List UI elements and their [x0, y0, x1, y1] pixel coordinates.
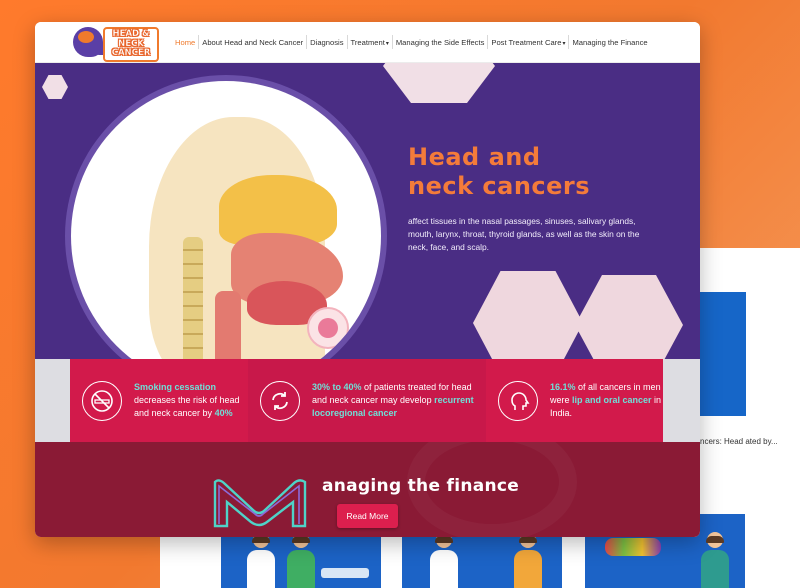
stat-highlight: 16.1%: [550, 382, 576, 392]
hexagon-decoration: [473, 271, 583, 359]
vegetables-illustration: [605, 538, 661, 556]
no-smoking-icon: [82, 380, 122, 421]
nav-item-home[interactable]: Home: [172, 22, 198, 63]
hexagon-decoration: [383, 63, 495, 103]
main-menu: Home About Head and Neck Cancer Diagnosi…: [172, 22, 651, 63]
site-logo[interactable]: HEAD & NECK CANCER: [73, 25, 165, 62]
stat-text: Smoking cessation decreases the risk of …: [134, 381, 248, 420]
nav-item-about[interactable]: About Head and Neck Cancer: [199, 22, 306, 63]
finance-section: anaging the finance Read More: [35, 442, 700, 537]
chevron-down-icon: ▾: [562, 40, 566, 47]
patient-illustration: [287, 532, 315, 588]
hero-banner: Head and neck cancers affect tissues in …: [35, 63, 700, 359]
doctor-illustration: [247, 532, 275, 588]
logo-brain-icon: [78, 31, 94, 43]
stat-highlight: 30% to 40%: [312, 382, 362, 392]
background-card-excerpt: ncers: Head ated by...: [700, 437, 778, 446]
hexagon-decoration: [575, 275, 683, 359]
cell-zoom-icon: [307, 307, 349, 349]
nav-item-post-treatment[interactable]: Post Treatment Care▾: [488, 22, 568, 63]
patient-illustration: [514, 532, 542, 588]
doctor-illustration: [430, 532, 458, 588]
hero-title-line: Head and: [408, 143, 541, 171]
person-illustration: [701, 532, 729, 588]
stat-card: 16.1% of all cancers in men were lip and…: [486, 359, 663, 442]
chevron-down-icon: ▾: [385, 40, 389, 47]
hero-title-line: neck cancers: [408, 172, 591, 200]
finance-title: anaging the finance: [322, 476, 520, 496]
statistics-strip: Smoking cessation decreases the risk of …: [35, 359, 700, 442]
nav-item-label: Post Treatment Care: [491, 37, 562, 47]
stat-text: 30% to 40% of patients treated for head …: [312, 381, 486, 420]
nav-item-diagnosis[interactable]: Diagnosis: [307, 22, 346, 63]
hexagon-decoration: [42, 75, 68, 99]
hero-title: Head and neck cancers: [408, 143, 668, 201]
background-blue-card: [698, 292, 746, 416]
nav-item-label: Treatment: [350, 37, 385, 47]
stat-highlight: 40%: [214, 408, 233, 418]
bed-illustration: [321, 568, 369, 578]
recurrence-icon: [260, 380, 300, 421]
read-more-button[interactable]: Read More: [337, 504, 398, 528]
top-navigation: HEAD & NECK CANCER Home About Head and N…: [35, 22, 700, 63]
stat-highlight: Smoking cessation: [134, 382, 217, 392]
nav-item-side-effects[interactable]: Managing the Side Effects: [393, 22, 488, 63]
hero-description: affect tissues in the nasal passages, si…: [408, 216, 640, 252]
logo-text: HEAD & NECK CANCER: [103, 27, 159, 62]
website-window: HEAD & NECK CANCER Home About Head and N…: [35, 22, 700, 537]
throat-region: [215, 291, 241, 359]
stat-highlight: lip and oral cancer: [572, 395, 652, 405]
head-profile-icon: [498, 380, 538, 421]
spine-region: [183, 237, 203, 359]
stat-card: 30% to 40% of patients treated for head …: [248, 359, 486, 442]
stat-text: 16.1% of all cancers in men were lip and…: [550, 381, 663, 420]
stat-card: Smoking cessation decreases the risk of …: [70, 359, 248, 442]
nav-item-treatment[interactable]: Treatment▾: [348, 22, 392, 63]
stylized-m-logo: [213, 479, 307, 528]
nav-item-finance[interactable]: Managing the Finance: [569, 22, 650, 63]
